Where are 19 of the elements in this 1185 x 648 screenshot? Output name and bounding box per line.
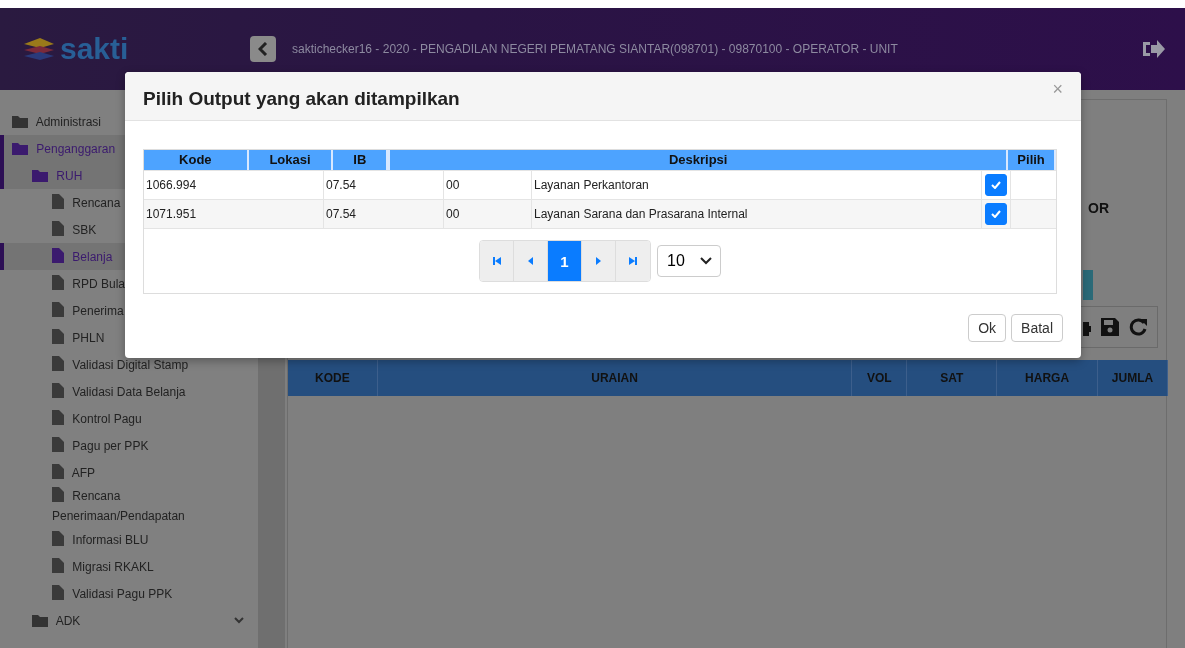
table-cell: 00 [444, 200, 532, 228]
session-info: saktichecker16 - 2020 - PENGADILAN NEGERI PEMATANG SIANTAR(098701) - 09870100 - OPERATOR - UNIT [292, 42, 899, 56]
column-header: IB [333, 150, 389, 170]
column-header: KODE [288, 360, 378, 396]
column-header: URAIAN [377, 360, 853, 396]
column-header: Pilih [1008, 150, 1056, 170]
column-header: JUMLA [1098, 360, 1168, 396]
table-cell: Layanan Sarana dan Prasarana Internal [532, 200, 982, 228]
table-cell: 1071.951 [144, 200, 324, 228]
column-header: Deskripsi [390, 150, 1009, 170]
table-cell: 07.54 [324, 200, 444, 228]
heading-fragment: OR [1088, 200, 1109, 216]
column-header: Kode [144, 150, 249, 170]
dialog-title: Pilih Output yang akan ditampilkan [143, 88, 460, 110]
column-header: Lokasi [248, 150, 334, 170]
column-header: VOL [852, 360, 908, 396]
column-header: SAT [907, 360, 998, 396]
logo: sakti [22, 32, 250, 66]
column-header: HARGA [997, 360, 1099, 396]
